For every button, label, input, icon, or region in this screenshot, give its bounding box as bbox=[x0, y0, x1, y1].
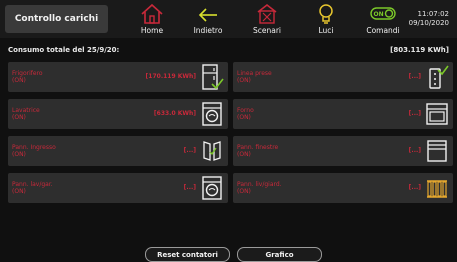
home-button[interactable]: Home bbox=[125, 3, 179, 37]
load-value: [...] bbox=[408, 110, 421, 117]
radiator-icon bbox=[427, 180, 447, 198]
chart-button[interactable]: Grafico bbox=[237, 247, 322, 262]
washing-machine-icon bbox=[202, 176, 222, 200]
load-value: [...] bbox=[183, 147, 196, 154]
page-title: Controllo carichi bbox=[5, 5, 108, 33]
reset-counters-button[interactable]: Reset contatori bbox=[145, 247, 230, 262]
time-text: 11:07:02 bbox=[417, 10, 449, 18]
load-name: Frigorifero (ON) bbox=[12, 70, 43, 84]
toggle-on-icon: ON bbox=[370, 7, 396, 20]
load-value: [...] bbox=[183, 184, 196, 191]
load-card-forno[interactable]: Forno (ON) [...] bbox=[233, 99, 453, 129]
light-bulb-icon bbox=[319, 4, 333, 24]
load-card-pann-finestre[interactable]: Pann. finestre (ON) [...] bbox=[233, 136, 453, 166]
commands-label: Comandi bbox=[366, 26, 400, 35]
back-button[interactable]: Indietro bbox=[181, 3, 235, 37]
load-name: Linea prese (ON) bbox=[237, 70, 272, 84]
total-consumption-value: [803.119 KWh] bbox=[390, 46, 449, 54]
lights-button[interactable]: Luci bbox=[299, 3, 353, 37]
fridge-icon bbox=[202, 64, 224, 90]
load-card-pann-liv-giard[interactable]: Pann. liv/giard. (ON) [...] bbox=[233, 173, 453, 203]
scenes-label: Scenari bbox=[252, 26, 281, 35]
load-value: [...] bbox=[408, 184, 421, 191]
washing-machine-icon bbox=[202, 102, 222, 126]
home-icon bbox=[141, 3, 163, 24]
socket-line-icon bbox=[429, 65, 449, 89]
load-name: Forno (ON) bbox=[237, 107, 254, 121]
clock: 11:07:02 09/10/2020 bbox=[409, 10, 449, 28]
load-value: [170.119 KWh] bbox=[145, 73, 196, 80]
total-consumption-label: Consumo totale del 25/9/20: bbox=[8, 46, 120, 54]
load-name: Pann. liv/giard. (ON) bbox=[237, 181, 282, 195]
load-card-frigorifero[interactable]: Frigorifero (ON) [170.119 KWh] bbox=[8, 62, 228, 92]
toggle-on-text: ON bbox=[374, 11, 384, 18]
back-label: Indietro bbox=[193, 26, 223, 35]
load-card-linea-prese[interactable]: Linea prese (ON) [...] bbox=[233, 62, 453, 92]
load-card-lavatrice[interactable]: Lavatrice (ON) [633.0 KWh] bbox=[8, 99, 228, 129]
door-panel-icon bbox=[203, 141, 221, 161]
load-value: [633.0 KWh] bbox=[153, 110, 196, 117]
load-name: Lavatrice (ON) bbox=[12, 107, 40, 121]
load-value: [...] bbox=[408, 147, 421, 154]
load-card-pann-ingresso[interactable]: Pann. Ingresso (ON) [...] bbox=[8, 136, 228, 166]
total-consumption-row: Consumo totale del 25/9/20: [803.119 KWh… bbox=[8, 43, 449, 57]
scenes-button[interactable]: Scenari bbox=[240, 3, 294, 37]
lights-label: Luci bbox=[318, 26, 334, 35]
load-card-pann-lav-gar[interactable]: Pann. lav/gar. (ON) [...] bbox=[8, 173, 228, 203]
load-value: [...] bbox=[408, 73, 421, 80]
scenes-icon bbox=[257, 3, 277, 24]
load-name: Pann. finestre (ON) bbox=[237, 144, 279, 158]
load-name: Pann. lav/gar. (ON) bbox=[12, 181, 53, 195]
load-name: Pann. Ingresso (ON) bbox=[12, 144, 56, 158]
date-text: 09/10/2020 bbox=[408, 19, 449, 27]
oven-icon bbox=[426, 103, 448, 125]
window-shutter-icon bbox=[427, 140, 447, 162]
home-label: Home bbox=[140, 26, 164, 35]
top-bar: Controllo carichi Home Indietro Scenari … bbox=[0, 0, 457, 38]
back-arrow-icon bbox=[198, 8, 217, 22]
commands-button[interactable]: ON Comandi bbox=[356, 3, 410, 37]
